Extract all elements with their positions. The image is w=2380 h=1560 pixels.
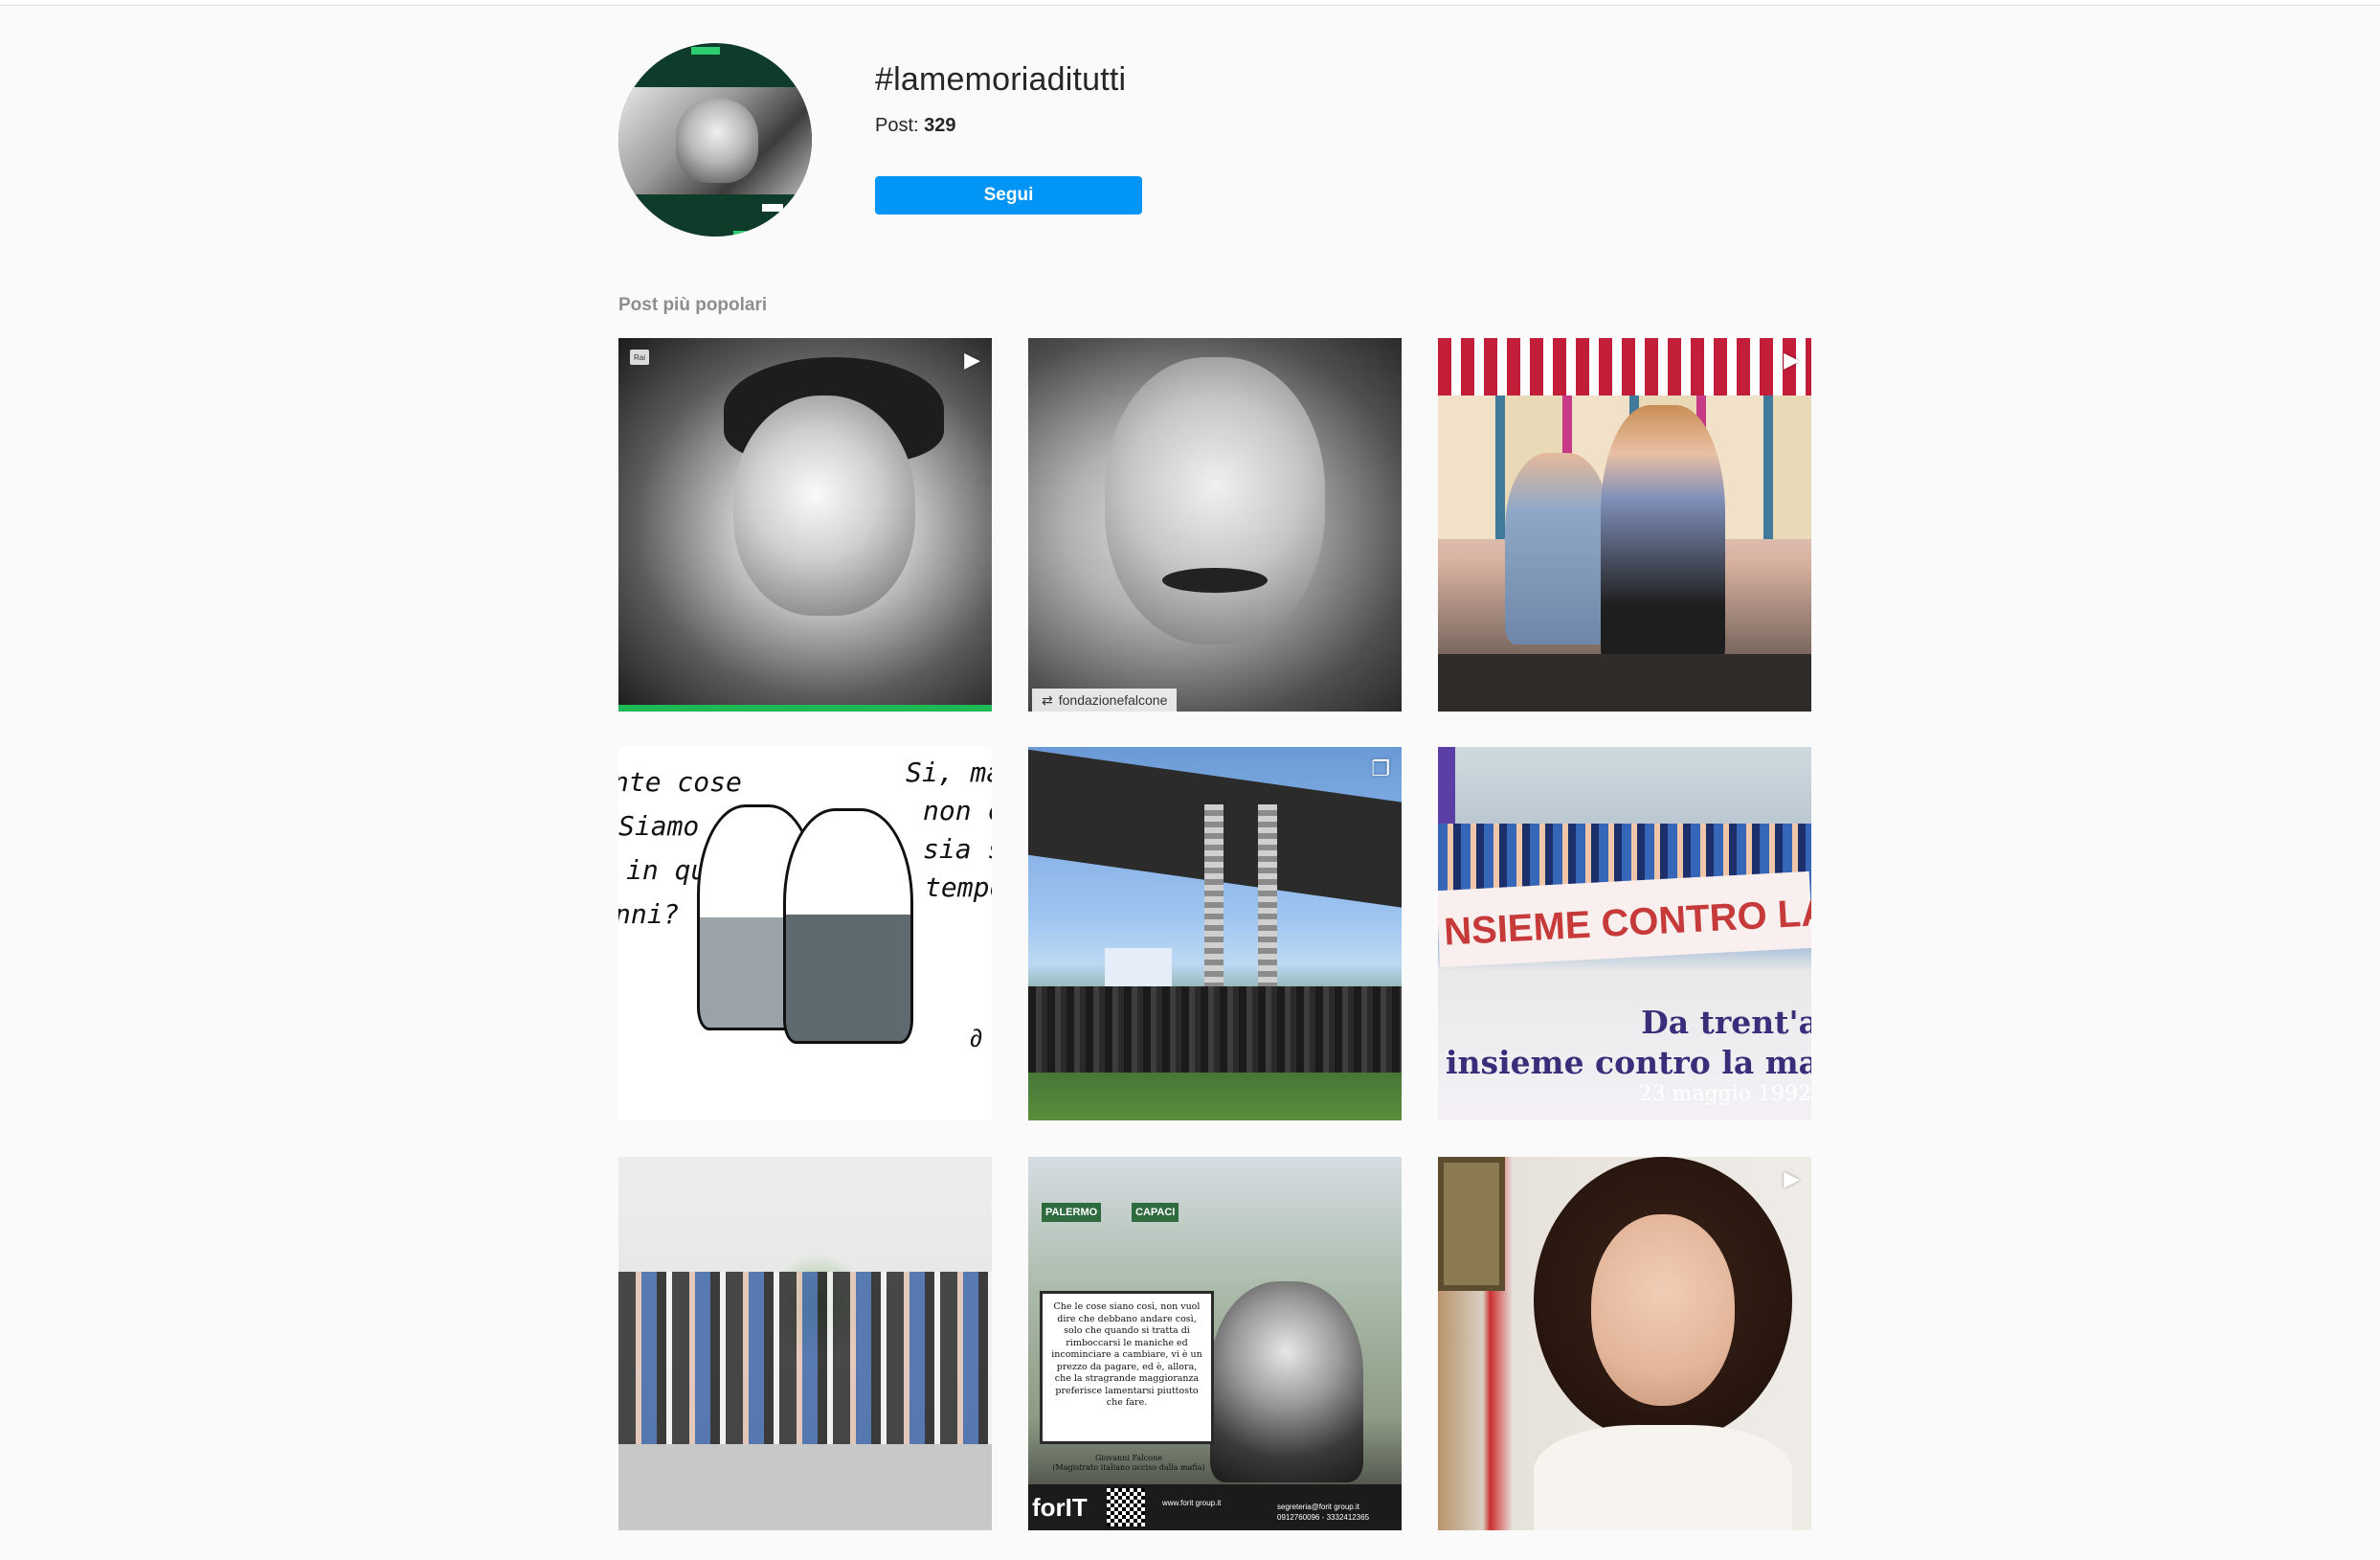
rai-logo: Rai: [630, 350, 649, 365]
follow-button[interactable]: Segui: [875, 176, 1142, 215]
repost-icon: ⇄: [1042, 691, 1053, 708]
cartoon-text: Siamo: [618, 810, 700, 842]
avatar-accent: [691, 47, 720, 55]
post-tile[interactable]: [618, 1157, 992, 1530]
post-image-portrait: [1105, 357, 1325, 644]
post-image-screen: [1105, 948, 1172, 986]
repost-user: fondazionefalcone: [1058, 692, 1168, 708]
qr-code: [1107, 1488, 1145, 1526]
contact-email: segreteria@forit group.it: [1277, 1503, 1359, 1511]
post-image-floor: [618, 1444, 992, 1530]
post-tile[interactable]: ⇄ fondazionefalcone: [1028, 338, 1402, 712]
contact-phone: 0912760096 - 3332412365: [1277, 1513, 1370, 1522]
quote-author-role: (Magistrato italiano ucciso dalla mafia): [1052, 1463, 1205, 1472]
post-tile[interactable]: ▶: [1438, 1157, 1811, 1530]
post-image-portrait: [1210, 1281, 1363, 1482]
post-image-crowd: [1028, 986, 1402, 1073]
post-image-truss: [1204, 804, 1224, 996]
post-tile[interactable]: PALERMO CAPACI Che le cose siano così, n…: [1028, 1157, 1402, 1530]
quote-text: Che le cose siano così, non vuol dire ch…: [1051, 1301, 1202, 1408]
hashtag-avatar: [618, 43, 812, 237]
top-navigation-edge: [0, 0, 2380, 6]
post-image-portrait: [733, 396, 915, 616]
post-headline: insieme contro la ma: [1446, 1044, 1811, 1081]
post-tile[interactable]: ▶: [1438, 338, 1811, 712]
cartoon-text: sia sta: [923, 833, 992, 865]
post-image-person: [1505, 453, 1610, 644]
post-count: Post: 329: [875, 115, 956, 137]
post-tile[interactable]: Rai ▶: [618, 338, 992, 712]
post-image-group: [618, 1272, 992, 1444]
post-image-awning: [1438, 338, 1811, 396]
post-image-detail: [1162, 568, 1268, 593]
road-sign: CAPACI: [1132, 1203, 1179, 1222]
play-icon: ▶: [1784, 348, 1800, 372]
cartoon-text: nte cose: [618, 766, 742, 798]
post-count-label: Post:: [875, 115, 919, 136]
play-icon: ▶: [964, 348, 980, 372]
play-icon: ▶: [1784, 1166, 1800, 1190]
avatar-accent: [733, 231, 772, 237]
cartoon-text: nni?: [618, 898, 680, 930]
post-image-person: [1601, 405, 1725, 673]
avatar-accent: [762, 204, 783, 212]
avatar-face: [676, 99, 758, 183]
cartoon-figure: [783, 808, 913, 1044]
progress-bar: [618, 705, 992, 712]
post-tile[interactable]: ❐: [1028, 747, 1402, 1120]
carousel-icon: ❐: [1371, 757, 1390, 780]
cartoon-text: non ci: [923, 795, 992, 826]
post-date: 23 maggio 1992: [1638, 1082, 1811, 1106]
artist-signature: ∂: [970, 1024, 982, 1052]
post-image-stage: [1438, 654, 1811, 712]
post-tile[interactable]: nte cose Siamo in questi nni? Si, ma s n…: [618, 747, 992, 1120]
cartoon-text: tempo: [925, 871, 992, 903]
post-tile[interactable]: NSIEME CONTRO LA M Da trent'a insieme co…: [1438, 747, 1811, 1120]
hashtag-title: #lamemoriaditutti: [875, 61, 1127, 98]
repost-tag: ⇄ fondazionefalcone: [1032, 689, 1178, 712]
quote-author: Giovanni Falcone: [1095, 1454, 1162, 1462]
contact-info: segreteria@forit group.it 0912760096 - 3…: [1277, 1502, 1369, 1523]
post-image-shirt: [1534, 1425, 1792, 1530]
post-image-portrait: [1591, 1214, 1735, 1406]
section-title-top-posts: Post più popolari: [618, 295, 768, 315]
quote-caption: Giovanni Falcone (Magistrato italiano uc…: [1038, 1454, 1220, 1473]
post-image-truss: [1258, 804, 1277, 996]
post-count-value: 329: [924, 115, 956, 136]
road-sign: PALERMO: [1042, 1203, 1102, 1222]
quote-box: Che le cose siano così, non vuol dire ch…: [1040, 1291, 1214, 1444]
contact-web: www.forit group.it: [1162, 1499, 1222, 1507]
cartoon-text: Si, ma s: [906, 757, 992, 788]
forit-logo: forIT: [1032, 1493, 1088, 1522]
post-headline: Da trent'a: [1641, 1004, 1811, 1041]
post-image-frame: [1438, 1157, 1505, 1291]
